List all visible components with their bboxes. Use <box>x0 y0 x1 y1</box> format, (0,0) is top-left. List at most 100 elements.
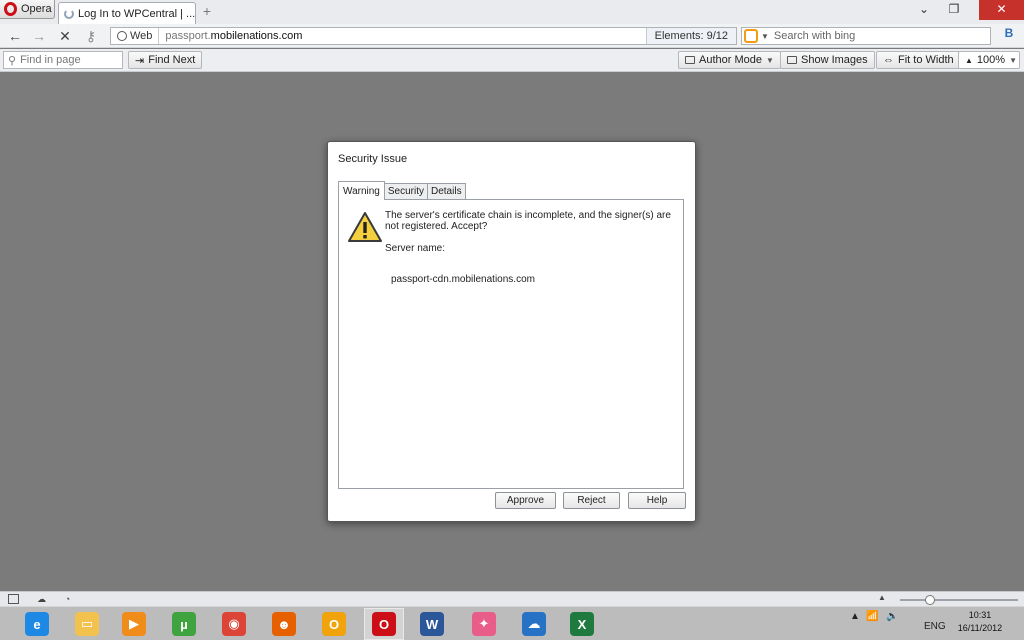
find-next-button[interactable]: ⇥ Find Next <box>128 51 203 69</box>
forward-button[interactable]: → <box>30 27 48 45</box>
tab-details[interactable]: Details <box>427 183 466 200</box>
search-field[interactable]: ▼ Search with bing <box>741 27 991 45</box>
cloud-icon[interactable]: ☁ <box>36 594 47 604</box>
zoom-slider-thumb[interactable] <box>924 595 935 605</box>
zoom-slider-up-icon[interactable]: ▲ <box>878 593 886 602</box>
approve-button[interactable]: Approve <box>495 492 556 509</box>
zoom-slider-track[interactable] <box>900 599 1018 601</box>
tray-expand-icon[interactable]: ▲ <box>850 611 860 622</box>
opera-logo-icon <box>4 2 17 16</box>
taskbar-zune-button[interactable]: ✦ <box>464 608 504 640</box>
search-placeholder: Search with bing <box>773 30 856 42</box>
taskbar-file-explorer-button[interactable]: ▭ <box>67 608 107 640</box>
speed-dial-icon[interactable]: ◔ <box>62 594 73 604</box>
web-badge[interactable]: Web <box>111 28 160 44</box>
opera-menu-button[interactable]: Opera <box>0 0 55 19</box>
internet-explorer-icon: e <box>25 612 49 636</box>
find-next-icon: ⇥ <box>135 54 145 67</box>
windows-taskbar: e ▭ ▶ µ ◉ ☻ O O W ✦ ☁ X ▲ 📶 🔈 ENG 10:31 16/11/2012 <box>0 606 1024 640</box>
taskbar-outlook-button[interactable]: O <box>314 608 354 640</box>
taskbar-chrome-button[interactable]: ◉ <box>214 608 254 640</box>
chevron-down-icon: ▼ <box>1009 55 1017 65</box>
media-player-icon: ▶ <box>122 612 146 636</box>
help-button[interactable]: Help <box>628 492 686 509</box>
reject-button[interactable]: Reject <box>563 492 620 509</box>
taskbar-media-player-button[interactable]: ▶ <box>114 608 154 640</box>
stop-button[interactable]: ✕ <box>56 27 74 45</box>
restore-button[interactable]: ❐ <box>940 0 968 20</box>
language-indicator[interactable]: ENG <box>924 621 946 632</box>
clock-time: 10:31 <box>968 610 992 620</box>
url-text[interactable]: passport.mobilenations.com <box>159 30 302 42</box>
chrome-icon: ◉ <box>222 612 246 636</box>
back-button[interactable]: ← <box>6 27 24 45</box>
close-window-button[interactable]: ✕ <box>979 0 1024 20</box>
address-bar[interactable]: Web passport.mobilenations.com Elements:… <box>110 27 737 45</box>
outlook-icon: O <box>322 612 346 636</box>
fit-to-width-button[interactable]: ⇔ Fit to Width <box>876 51 961 69</box>
find-placeholder: Find in page <box>20 54 81 66</box>
security-issue-dialog: Security Issue Warning Security Details … <box>327 141 696 522</box>
url-domain: mobilenations.com <box>210 30 303 42</box>
zune-icon: ✦ <box>472 612 496 636</box>
tab-security[interactable]: Security <box>383 183 428 200</box>
elements-value: 9/12 <box>706 30 728 42</box>
clock-date: 16/11/2012 <box>957 623 1003 633</box>
author-mode-label: Author Mode <box>699 54 762 66</box>
new-tab-button[interactable]: + <box>200 4 214 19</box>
server-name-label: Server name: <box>385 243 446 254</box>
chevron-down-icon[interactable]: ▼ <box>761 32 769 41</box>
elements-counter[interactable]: Elements: 9/12 <box>645 28 736 44</box>
minimize-button[interactable]: ⌄ <box>910 0 938 20</box>
panel-toggle-icon[interactable] <box>8 594 19 604</box>
url-prefix: passport. <box>165 30 211 42</box>
find-in-page-input[interactable]: ⚲ Find in page <box>3 51 123 69</box>
taskbar-firefox-button[interactable]: ☻ <box>264 608 304 640</box>
zoom-up-icon: ▲ <box>965 55 973 65</box>
fit-width-icon: ⇔ <box>883 54 894 66</box>
tab-warning[interactable]: Warning <box>338 181 385 200</box>
wand-key-button[interactable]: ⚷ <box>82 27 100 45</box>
taskbar-excel-button[interactable]: X <box>562 608 602 640</box>
find-toolbar: ⚲ Find in page ⇥ Find Next Author Mode ▼… <box>0 49 1024 72</box>
skydrive-icon: ☁ <box>522 612 546 636</box>
network-icon[interactable]: 📶 <box>866 611 878 622</box>
fit-to-width-label: Fit to Width <box>898 54 954 66</box>
author-mode-icon <box>685 56 695 64</box>
taskbar-skydrive-button[interactable]: ☁ <box>514 608 554 640</box>
tab-wpcentral-login[interactable]: Log In to WPCentral | ... × <box>58 2 196 24</box>
dialog-tabs: Warning Security Details <box>338 181 466 200</box>
file-explorer-icon: ▭ <box>75 612 99 636</box>
zoom-select[interactable]: ▲ 100% ▼ <box>958 51 1020 69</box>
loading-spinner-icon <box>64 8 74 19</box>
status-bar: ☁ ◔ ▲ <box>0 591 1024 606</box>
utorrent-icon: µ <box>172 612 196 636</box>
globe-icon <box>117 31 127 41</box>
word-icon: W <box>420 612 444 636</box>
firefox-icon: ☻ <box>272 612 296 636</box>
search-icon: ⚲ <box>8 54 17 67</box>
volume-icon[interactable]: 🔈 <box>886 611 898 622</box>
author-mode-button[interactable]: Author Mode ▼ <box>678 51 781 69</box>
taskbar-word-button[interactable]: W <box>412 608 452 640</box>
warning-message: The server's certificate chain is incomp… <box>385 210 671 232</box>
navigation-bar: ← → ✕ ⚷ Web passport.mobilenations.com E… <box>0 24 1024 48</box>
taskbar-opera-button[interactable]: O <box>364 608 404 640</box>
show-images-label: Show Images <box>801 54 868 66</box>
taskbar-utorrent-button[interactable]: µ <box>164 608 204 640</box>
show-images-button[interactable]: Show Images <box>780 51 875 69</box>
zoom-value: 100% <box>976 54 1006 66</box>
find-next-label: Find Next <box>148 54 196 66</box>
server-name-value: passport-cdn.mobilenations.com <box>391 274 535 285</box>
warning-icon <box>348 212 382 242</box>
bing-icon <box>744 29 758 43</box>
extension-button[interactable]: B <box>1000 26 1018 44</box>
system-clock[interactable]: 10:31 16/11/2012 <box>950 609 1010 635</box>
dialog-title: Security Issue <box>338 153 408 165</box>
chevron-down-icon: ▼ <box>765 55 774 65</box>
taskbar-internet-explorer-button[interactable]: e <box>17 608 57 640</box>
excel-icon: X <box>570 612 594 636</box>
opera-icon: O <box>372 612 396 636</box>
web-badge-label: Web <box>130 30 153 42</box>
elements-label: Elements: <box>654 30 704 42</box>
